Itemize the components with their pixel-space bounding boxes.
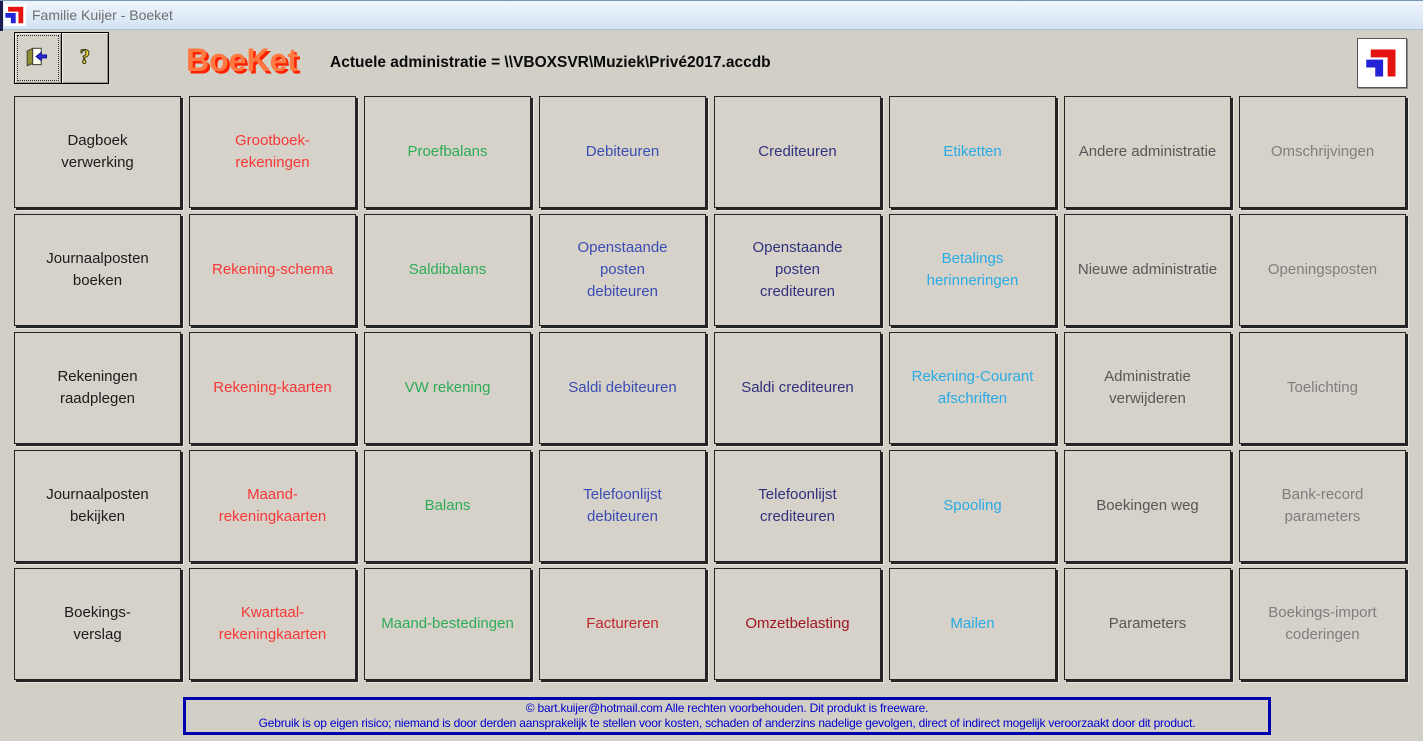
grid-button-maand-bestedingen[interactable]: Maand-bestedingen bbox=[364, 568, 531, 680]
svg-text:?: ? bbox=[80, 46, 90, 68]
admin-path-label: Actuele administratie = \\VBOXSVR\Muziek… bbox=[330, 54, 771, 71]
grid-button-saldi-debiteuren[interactable]: Saldi debiteuren bbox=[539, 332, 706, 444]
grid-button-boekings-verslag[interactable]: Boekings- verslag bbox=[14, 568, 181, 680]
toolbar: ? bbox=[14, 32, 109, 84]
boeket-logo-icon bbox=[1364, 45, 1400, 81]
grid-button-openstaande-posten-debiteuren[interactable]: Openstaande posten debiteuren bbox=[539, 214, 706, 326]
grid-button-rekening-courant-afschriften[interactable]: Rekening-Courant afschriften bbox=[889, 332, 1056, 444]
grid-button-omschrijvingen[interactable]: Omschrijvingen bbox=[1239, 96, 1406, 208]
grid-button-journaalposten-boeken[interactable]: Journaalposten boeken bbox=[14, 214, 181, 326]
footer-line2: Gebruik is op eigen risico; niemand is d… bbox=[258, 716, 1196, 730]
grid-button-etiketten[interactable]: Etiketten bbox=[889, 96, 1056, 208]
grid-button-rekening-schema[interactable]: Rekening-schema bbox=[189, 214, 356, 326]
grid-button-nieuwe-administratie[interactable]: Nieuwe administratie bbox=[1064, 214, 1231, 326]
grid-button-factureren[interactable]: Factureren bbox=[539, 568, 706, 680]
grid-button-omzetbelasting[interactable]: Omzetbelasting bbox=[714, 568, 881, 680]
grid-button-vw-rekening[interactable]: VW rekening bbox=[364, 332, 531, 444]
grid-button-grootboek-rekeningen[interactable]: Grootboek- rekeningen bbox=[189, 96, 356, 208]
grid-button-bank-record-parameters[interactable]: Bank-record parameters bbox=[1239, 450, 1406, 562]
grid-button-saldibalans[interactable]: Saldibalans bbox=[364, 214, 531, 326]
grid-button-crediteuren[interactable]: Crediteuren bbox=[714, 96, 881, 208]
grid-button-kwartaal-rekeningkaarten[interactable]: Kwartaal- rekeningkaarten bbox=[189, 568, 356, 680]
grid-button-maand-rekeningkaarten[interactable]: Maand- rekeningkaarten bbox=[189, 450, 356, 562]
button-grid: Dagboek verwerking Grootboek- rekeningen P… bbox=[14, 96, 1406, 680]
help-button[interactable]: ? bbox=[61, 32, 109, 84]
exit-door-icon bbox=[25, 46, 51, 70]
grid-button-journaalposten-bekijken[interactable]: Journaalposten bekijken bbox=[14, 450, 181, 562]
grid-button-telefoonlijst-debiteuren[interactable]: Telefoonlijst debiteuren bbox=[539, 450, 706, 562]
grid-button-spooling[interactable]: Spooling bbox=[889, 450, 1056, 562]
exit-button[interactable] bbox=[14, 32, 62, 84]
grid-button-parameters[interactable]: Parameters bbox=[1064, 568, 1231, 680]
boeket-logo: BoeKet bbox=[186, 42, 299, 78]
grid-button-balans[interactable]: Balans bbox=[364, 450, 531, 562]
footer-disclaimer: © bart.kuijer@hotmail.com Alle rechten v… bbox=[183, 697, 1271, 735]
grid-button-toelichting[interactable]: Toelichting bbox=[1239, 332, 1406, 444]
grid-button-rekening-kaarten[interactable]: Rekening-kaarten bbox=[189, 332, 356, 444]
grid-button-openingsposten[interactable]: Openingsposten bbox=[1239, 214, 1406, 326]
app-logo-button[interactable] bbox=[1357, 38, 1407, 88]
grid-button-boekings-import-coderingen[interactable]: Boekings-import coderingen bbox=[1239, 568, 1406, 680]
grid-button-rekeningen-raadplegen[interactable]: Rekeningen raadplegen bbox=[14, 332, 181, 444]
grid-button-dagboek-verwerking[interactable]: Dagboek verwerking bbox=[14, 96, 181, 208]
grid-button-boekingen-weg[interactable]: Boekingen weg bbox=[1064, 450, 1231, 562]
grid-button-debiteuren[interactable]: Debiteuren bbox=[539, 96, 706, 208]
grid-button-betalings-herinneringen[interactable]: Betalings herinneringen bbox=[889, 214, 1056, 326]
boeket-logo-icon bbox=[4, 4, 26, 26]
header: ? BoeKet Actuele administratie = \\VBOXS… bbox=[0, 30, 1423, 96]
window-border bbox=[0, 1, 3, 31]
grid-button-administratie-verwijderen[interactable]: Administratie verwijderen bbox=[1064, 332, 1231, 444]
question-mark-icon: ? bbox=[74, 45, 96, 72]
footer-line1: © bart.kuijer@hotmail.com Alle rechten v… bbox=[525, 701, 929, 715]
grid-button-proefbalans[interactable]: Proefbalans bbox=[364, 96, 531, 208]
grid-button-telefoonlijst-crediteuren[interactable]: Telefoonlijst crediteuren bbox=[714, 450, 881, 562]
grid-button-saldi-crediteuren[interactable]: Saldi crediteuren bbox=[714, 332, 881, 444]
grid-button-openstaande-posten-crediteuren[interactable]: Openstaande posten crediteuren bbox=[714, 214, 881, 326]
titlebar: Familie Kuijer - Boeket bbox=[0, 0, 1423, 31]
grid-button-andere-administratie[interactable]: Andere administratie bbox=[1064, 96, 1231, 208]
grid-button-mailen[interactable]: Mailen bbox=[889, 568, 1056, 680]
window-title: Familie Kuijer - Boeket bbox=[32, 7, 173, 23]
